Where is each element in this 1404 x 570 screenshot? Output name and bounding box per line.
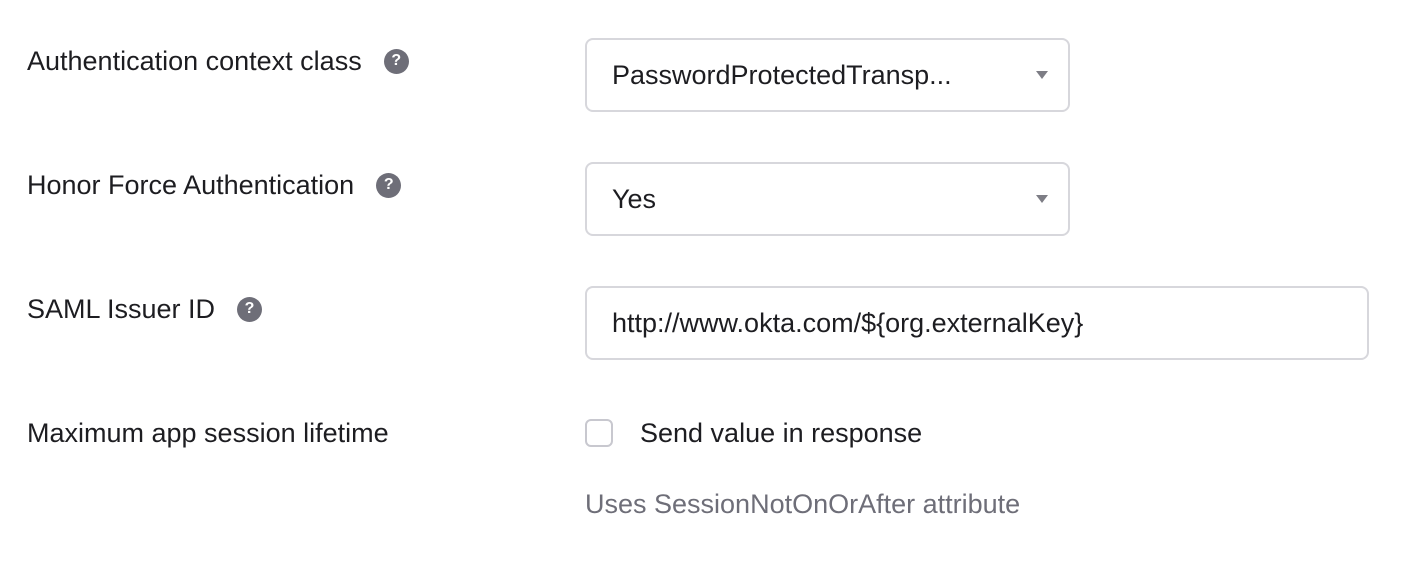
session-lifetime-label: Maximum app session lifetime xyxy=(27,417,389,448)
auth-context-select-value: PasswordProtectedTransp... xyxy=(612,59,952,90)
chevron-down-icon xyxy=(1036,195,1048,203)
auth-context-label: Authentication context class xyxy=(27,45,362,76)
force-auth-label-group: Honor Force Authentication ? xyxy=(27,169,402,200)
issuer-id-label-group: SAML Issuer ID ? xyxy=(27,293,263,324)
send-value-checkbox-label[interactable]: Send value in response xyxy=(640,418,922,449)
auth-context-label-group: Authentication context class ? xyxy=(27,46,409,76)
chevron-down-icon xyxy=(1036,71,1048,79)
help-icon[interactable]: ? xyxy=(383,48,409,74)
issuer-id-label: SAML Issuer ID xyxy=(27,293,216,324)
help-icon[interactable]: ? xyxy=(376,172,402,198)
force-auth-label: Honor Force Authentication xyxy=(27,169,355,200)
force-auth-select-value: Yes xyxy=(612,183,657,214)
force-auth-select[interactable]: Yes xyxy=(585,162,1070,236)
auth-context-select[interactable]: PasswordProtectedTransp... xyxy=(585,38,1070,112)
help-icon[interactable]: ? xyxy=(237,296,263,322)
send-value-checkbox[interactable] xyxy=(585,419,613,447)
session-lifetime-label-group: Maximum app session lifetime xyxy=(27,418,389,448)
send-value-checkbox-group[interactable]: Send value in response xyxy=(585,416,922,450)
session-lifetime-hint: Uses SessionNotOnOrAfter attribute xyxy=(585,489,1021,519)
issuer-id-input[interactable] xyxy=(585,286,1369,360)
